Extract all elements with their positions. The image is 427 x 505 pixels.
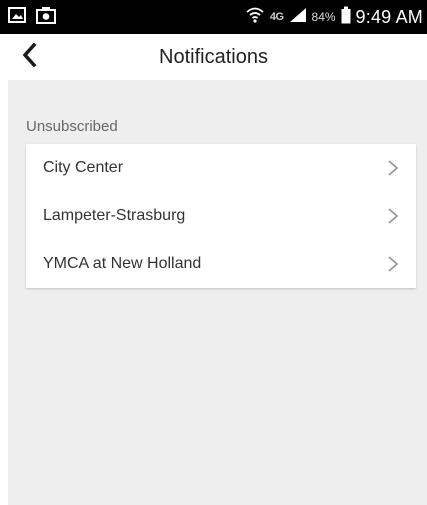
signal-icon: [289, 7, 307, 28]
list-item-ymca-new-holland[interactable]: YMCA at New Holland: [26, 240, 416, 288]
status-time: 9:49 AM: [355, 6, 423, 27]
battery-icon: [341, 6, 351, 29]
list-item-city-center[interactable]: City Center: [26, 144, 416, 192]
list-item-label: City Center: [43, 159, 124, 176]
list-item-lampeter-strasburg[interactable]: Lampeter-Strasburg: [26, 192, 416, 240]
image-icon: [8, 6, 26, 28]
status-right-icons: 4G 84% 9:49 AM: [245, 0, 423, 34]
notifications-content: Unsubscribed City Center Lampeter-Strasb…: [8, 80, 427, 505]
chevron-left-icon: [21, 42, 37, 72]
section-label: Unsubscribed: [26, 118, 118, 135]
camera-icon: [36, 6, 56, 29]
list-item-label: Lampeter-Strasburg: [43, 207, 186, 224]
app-header: Notifications: [0, 34, 427, 80]
list-item-label: YMCA at New Holland: [43, 255, 202, 272]
chevron-right-icon: [382, 253, 404, 275]
network-type-label: 4G: [269, 11, 284, 23]
battery-percent: 84%: [311, 10, 336, 24]
chevron-right-icon: [382, 157, 404, 179]
status-left-icons: [8, 0, 56, 34]
chevron-right-icon: [382, 205, 404, 227]
back-button[interactable]: [14, 42, 44, 72]
unsubscribed-list: City Center Lampeter-Strasburg YMCA at N…: [26, 144, 416, 288]
wifi-icon: [245, 6, 265, 29]
status-bar: 4G 84% 9:49 AM: [0, 0, 427, 34]
page-title: Notifications: [159, 46, 268, 68]
